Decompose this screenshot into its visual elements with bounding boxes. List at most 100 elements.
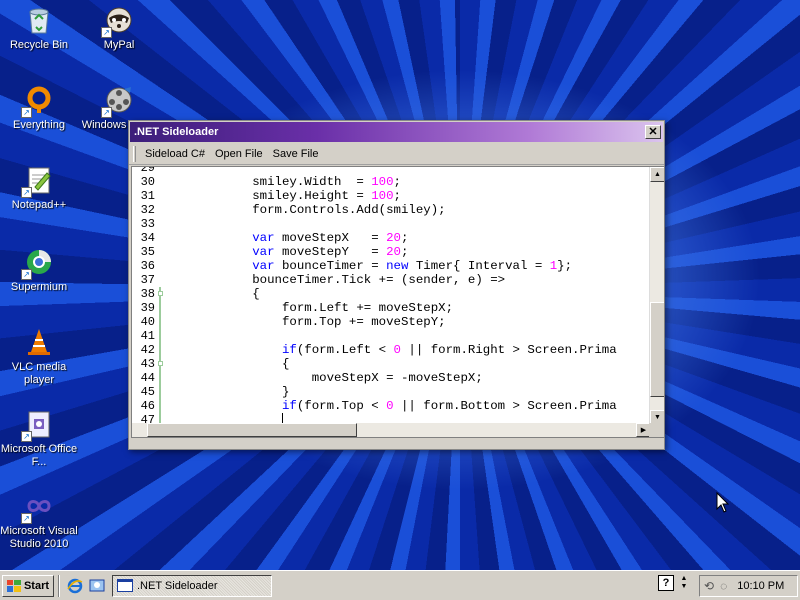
vlc-cone-icon [23, 326, 55, 358]
line-number: 33 [140, 217, 155, 231]
office-doc-icon: ↗ [21, 408, 55, 442]
start-button[interactable]: Start [2, 574, 54, 597]
horizontal-scroll-thumb[interactable] [147, 423, 357, 437]
window-titlebar[interactable]: .NET Sideloader ✕ [130, 122, 663, 142]
line-number: 40 [140, 315, 155, 329]
line-number: 45 [140, 385, 155, 399]
line-number: 44 [140, 371, 155, 385]
volume-icon[interactable]: ◌ [720, 579, 727, 593]
desktop-icon-vlc[interactable]: VLC media player [0, 326, 78, 387]
desktop-icon-visual-studio[interactable]: ↗ Microsoft Visual Studio 2010 [0, 490, 78, 551]
line-number: 36 [140, 259, 155, 273]
code-line[interactable]: form.Left += moveStepX; [163, 301, 453, 315]
shortcut-arrow-icon: ↗ [21, 187, 32, 198]
line-number: 31 [140, 189, 155, 203]
desktop-icon-label: Supermium [10, 281, 68, 293]
desktop-icon-microsoft-office[interactable]: ↗ Microsoft Office F... [0, 408, 78, 469]
tray-extras: ? ▲ ▼ [658, 575, 688, 591]
code-line[interactable]: moveStepX = -moveStepX; [163, 371, 483, 385]
fold-indicator [159, 329, 161, 343]
desktop-icon-label: VLC media player [11, 361, 67, 386]
code-line[interactable]: { [163, 357, 289, 371]
windows-flag-icon [6, 579, 21, 592]
raccoon-browser-icon: ↗ [101, 4, 135, 38]
close-button[interactable]: ✕ [645, 125, 661, 139]
shortcut-arrow-icon: ↗ [101, 107, 112, 118]
system-tray: ⟲ ◌ 10:10 PM [699, 575, 798, 597]
window-app-icon [117, 579, 133, 592]
code-line[interactable]: smiley.Height = 100; [163, 189, 401, 203]
network-icon[interactable]: ⟲ [704, 579, 714, 593]
help-icon[interactable]: ? [658, 575, 674, 591]
desktop-icon-label: Notepad++ [11, 199, 67, 211]
window-title: .NET Sideloader [134, 126, 219, 138]
shortcut-arrow-icon: ↗ [101, 27, 112, 38]
code-editor[interactable]: 2930313233343536373839404142434445464748… [131, 166, 665, 438]
desktop-icon-everything[interactable]: ↗ Everything [0, 84, 78, 132]
line-number: 34 [140, 231, 155, 245]
shortcut-arrow-icon: ↗ [21, 107, 32, 118]
shortcut-arrow-icon: ↗ [21, 431, 32, 442]
code-line[interactable]: var bounceTimer = new Timer{ Interval = … [163, 259, 572, 273]
shortcut-arrow-icon: ↗ [21, 513, 32, 524]
desktop-icon-label: Microsoft Office F... [0, 443, 78, 468]
desktop-icon-label: Recycle Bin [9, 39, 69, 51]
fold-indicator [159, 343, 161, 357]
code-line[interactable]: if(form.Top < 0 || form.Bottom > Screen.… [163, 399, 617, 413]
recycle-bin-icon [23, 4, 55, 36]
code-text-area[interactable]: smiley.Width = 100; smiley.Height = 100;… [163, 167, 651, 437]
desktop-icon-recycle-bin[interactable]: Recycle Bin [0, 4, 78, 52]
taskbar-item-label: .NET Sideloader [137, 579, 218, 592]
code-line[interactable]: if(form.Left < 0 || form.Right > Screen.… [163, 343, 617, 357]
tray-updown-arrows-icon[interactable]: ▲ ▼ [680, 575, 688, 591]
browser-globe-icon: ↗ [21, 246, 55, 280]
code-line[interactable]: form.Controls.Add(smiley); [163, 203, 445, 217]
vertical-scrollbar[interactable]: ▲ ▼ [649, 167, 664, 425]
sideloader-window: .NET Sideloader ✕ Sideload C# Open File … [128, 120, 665, 450]
line-number-gutter: 2930313233343536373839404142434445464748 [132, 166, 159, 437]
line-number: 37 [140, 273, 155, 287]
fold-indicator [159, 315, 161, 329]
horizontal-scrollbar[interactable]: ▶ [132, 423, 651, 437]
fold-indicator [159, 301, 161, 315]
desktop-icon-supermium[interactable]: ↗ Supermium [0, 246, 78, 294]
toolbar-grip[interactable] [133, 145, 136, 162]
code-line[interactable]: smiley.Width = 100; [163, 175, 401, 189]
code-line[interactable]: var moveStepX = 20; [163, 231, 408, 245]
line-number: 39 [140, 301, 155, 315]
search-ring-icon: ↗ [21, 84, 55, 118]
menu-sideload-csharp[interactable]: Sideload C# [140, 148, 210, 160]
line-number: 46 [140, 399, 155, 413]
desktop-icon-label: Microsoft Visual Studio 2010 [0, 525, 78, 550]
line-number: 35 [140, 245, 155, 259]
shortcut-arrow-icon: ↗ [21, 269, 32, 280]
code-line[interactable]: var moveStepY = 20; [163, 245, 408, 259]
scrollbar-corner [649, 423, 664, 437]
desktop-icon-mypal[interactable]: ↗ MyPal [80, 4, 158, 52]
fold-indicator [159, 399, 161, 413]
line-number: 42 [140, 343, 155, 357]
line-number: 30 [140, 175, 155, 189]
desktop-icon-label: MyPal [103, 39, 135, 51]
internet-explorer-icon[interactable] [66, 577, 84, 595]
vertical-scroll-thumb[interactable] [650, 302, 664, 397]
fold-indicator [159, 385, 161, 399]
taskbar-item-sideloader[interactable]: .NET Sideloader [112, 574, 272, 597]
clock[interactable]: 10:10 PM [737, 580, 784, 592]
notepad-plus-icon: ↗ [21, 164, 55, 198]
menu-save-file[interactable]: Save File [268, 148, 324, 160]
code-line[interactable]: } [163, 385, 289, 399]
desktop-icon-label: Everything [13, 119, 65, 131]
scroll-up-button[interactable]: ▲ [650, 167, 664, 182]
code-line[interactable]: form.Top += moveStepY; [163, 315, 446, 329]
mouse-cursor-icon [716, 492, 730, 513]
line-number: 41 [140, 329, 155, 343]
taskbar: Start .NET Sideloader ? ▲ ▼ ⟲ ◌ 10:10 PM [0, 570, 800, 600]
show-desktop-icon[interactable] [88, 577, 106, 595]
code-line[interactable]: bounceTimer.Tick += (sender, e) => [163, 273, 505, 287]
menu-open-file[interactable]: Open File [210, 148, 268, 160]
line-number: 29 [140, 166, 155, 175]
code-line[interactable]: { [163, 287, 259, 301]
desktop-icon-notepad-plus-plus[interactable]: ↗ Notepad++ [0, 164, 78, 212]
start-label: Start [23, 579, 50, 592]
